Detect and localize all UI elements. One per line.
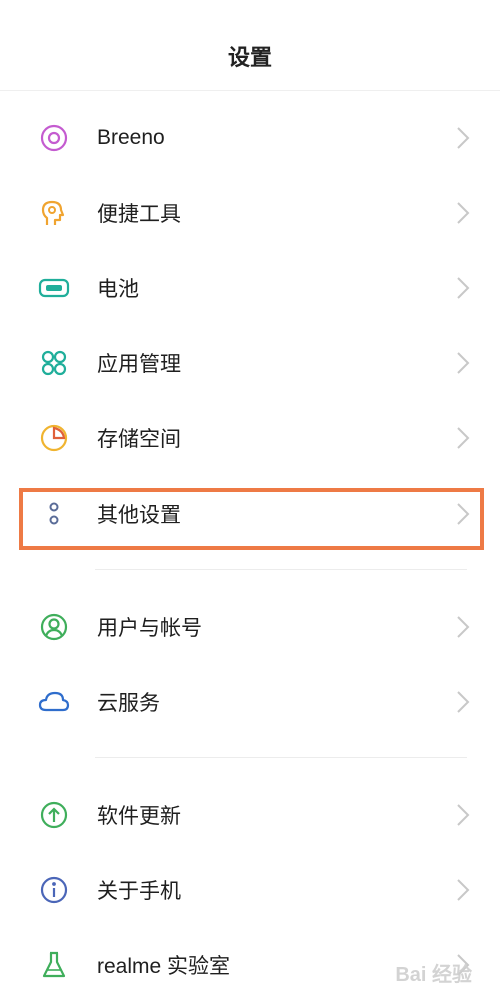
quick-tools-icon (38, 197, 70, 229)
settings-item-label: 软件更新 (97, 805, 181, 828)
settings-item-label: 电池 (97, 278, 139, 301)
settings-item-storage[interactable]: 存储空间 (0, 403, 500, 473)
chevron-right-icon (457, 879, 470, 901)
settings-item-cloud-service[interactable]: 云服务 (0, 667, 500, 737)
settings-item-user-account[interactable]: 用户与帐号 (0, 592, 500, 662)
cloud-service-icon (38, 686, 70, 718)
breeno-icon (38, 122, 70, 154)
user-account-icon (38, 611, 70, 643)
chevron-right-icon (457, 503, 470, 525)
settings-item-label: 其他设置 (97, 504, 181, 527)
chevron-right-icon (457, 202, 470, 224)
storage-icon (38, 422, 70, 454)
settings-item-label: Breeno (97, 126, 165, 149)
page-title: 设置 (227, 45, 272, 70)
chevron-right-icon (457, 804, 470, 826)
divider (95, 757, 467, 758)
settings-item-label: realme 实验室 (97, 955, 231, 978)
app-management-icon (38, 347, 70, 379)
software-update-icon (38, 799, 70, 831)
chevron-right-icon (457, 691, 470, 713)
settings-item-label: 关于手机 (97, 880, 181, 903)
settings-item-label: 便捷工具 (97, 203, 181, 226)
settings-item-label: 云服务 (97, 692, 160, 715)
chevron-right-icon (457, 352, 470, 374)
settings-item-label: 用户与帐号 (97, 617, 202, 640)
settings-item-label: 存储空间 (97, 428, 181, 451)
about-phone-icon (38, 874, 70, 906)
divider (95, 569, 467, 570)
settings-item-other-settings[interactable]: 其他设置 (0, 479, 500, 549)
chevron-right-icon (457, 427, 470, 449)
settings-item-battery[interactable]: 电池 (0, 253, 500, 323)
settings-item-quick-tools[interactable]: 便捷工具 (0, 178, 500, 248)
watermark: Bai 经验 (395, 964, 472, 986)
settings-item-label: 应用管理 (97, 353, 181, 376)
settings-item-about-phone[interactable]: 关于手机 (0, 855, 500, 925)
chevron-right-icon (457, 277, 470, 299)
chevron-right-icon (457, 127, 470, 149)
header: 设置 (0, 0, 500, 91)
other-settings-icon (38, 498, 70, 530)
settings-item-app-management[interactable]: 应用管理 (0, 328, 500, 398)
realme-lab-icon (38, 949, 70, 981)
battery-icon (38, 272, 70, 304)
settings-item-software-update[interactable]: 软件更新 (0, 780, 500, 850)
settings-item-breeno[interactable]: Breeno (0, 103, 500, 173)
chevron-right-icon (457, 616, 470, 638)
